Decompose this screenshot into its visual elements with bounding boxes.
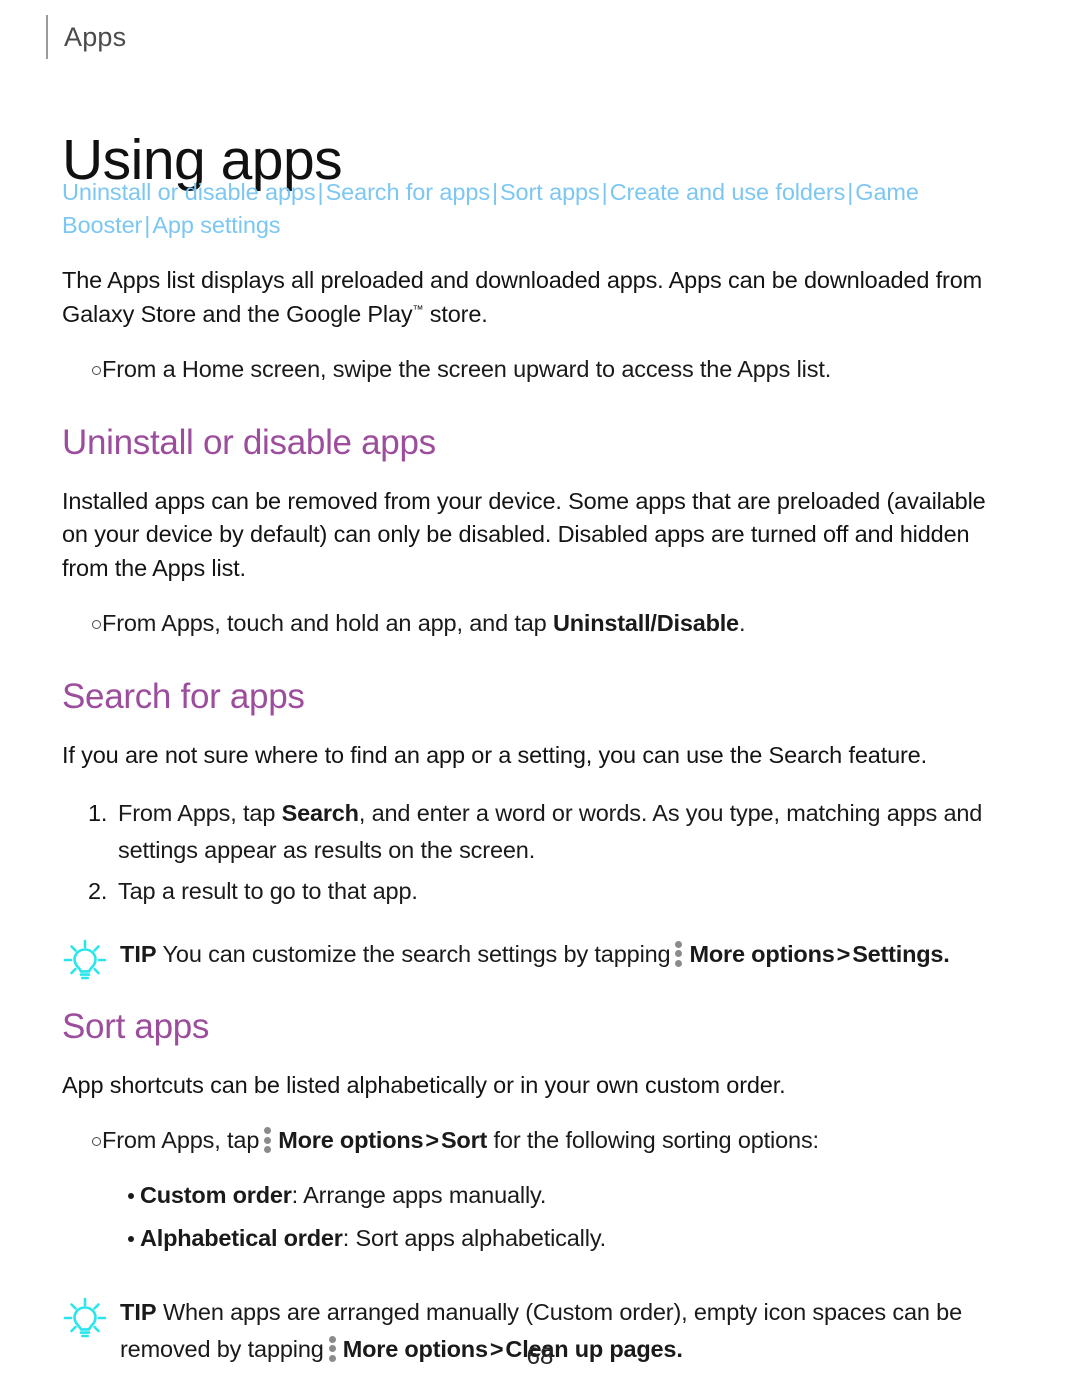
circle-bullet-icon bbox=[92, 366, 101, 375]
link-separator: | bbox=[491, 179, 498, 205]
dot-bullet-icon bbox=[128, 1192, 134, 1199]
uninstall-bullet-prefix: From Apps, touch and hold an app, and ta… bbox=[102, 610, 553, 637]
uninstall-bullet-suffix: . bbox=[738, 610, 746, 637]
list-item: From Apps, tap More options>Sort for the … bbox=[62, 1124, 1014, 1158]
link-separator: | bbox=[601, 179, 608, 205]
link-app-settings[interactable]: App settings bbox=[152, 212, 280, 238]
header-divider-rule bbox=[46, 15, 48, 59]
list-item: From Apps, touch and hold an app, and ta… bbox=[62, 607, 1014, 641]
sort-bullet-list: From Apps, tap More options>Sort for the … bbox=[62, 1124, 1014, 1158]
link-separator: | bbox=[144, 212, 151, 238]
tip-bold-settings: Settings bbox=[852, 940, 944, 967]
step-text: Tap a result to go to that app. bbox=[118, 877, 418, 904]
list-item: From a Home screen, swipe the screen upw… bbox=[62, 353, 1014, 387]
intro-text-part1: The Apps list displays all preloaded and… bbox=[62, 267, 983, 327]
intro-text-part2: store. bbox=[423, 300, 488, 327]
intro-bullet-list: From a Home screen, swipe the screen upw… bbox=[62, 353, 1014, 387]
lightbulb-icon bbox=[62, 938, 108, 984]
uninstall-bullet-list: From Apps, touch and hold an app, and ta… bbox=[62, 607, 1014, 641]
link-separator: | bbox=[847, 179, 854, 205]
running-header: Apps bbox=[46, 14, 126, 60]
sort-option-term-alphabetical-order: Alphabetical order bbox=[140, 1224, 343, 1251]
list-item: 2. Tap a result to go to that app. bbox=[62, 873, 1014, 910]
intro-paragraph: The Apps list displays all preloaded and… bbox=[62, 264, 1014, 331]
search-bold-term: Search bbox=[281, 799, 359, 826]
step-number: 2. bbox=[88, 877, 108, 904]
section-links-nav: Uninstall or disable apps|Search for app… bbox=[62, 176, 1014, 242]
sort-option-definition: Arrange apps manually. bbox=[298, 1181, 547, 1208]
sort-bold-more-options: More options bbox=[278, 1127, 424, 1154]
tip-search-settings: TIP You can customize the search setting… bbox=[62, 936, 1014, 979]
tip-bold-more-options: More options bbox=[689, 940, 835, 967]
document-page: Apps Using apps Uninstall or disable app… bbox=[0, 0, 1080, 1397]
sort-option-term-custom-order: Custom order bbox=[140, 1181, 292, 1208]
dot-bullet-icon bbox=[128, 1235, 134, 1242]
sort-option-definition: Sort apps alphabetically. bbox=[349, 1224, 607, 1251]
sort-paragraph: App shortcuts can be listed alphabetical… bbox=[62, 1071, 786, 1098]
section-heading-search-for-apps: Search for apps bbox=[62, 676, 305, 716]
more-options-icon[interactable] bbox=[264, 1127, 272, 1154]
search-steps-list: 1. From Apps, tap Search, and enter a wo… bbox=[62, 795, 1014, 910]
tip-text-before-icon: You can customize the search settings by… bbox=[162, 940, 671, 967]
link-uninstall-or-disable-apps[interactable]: Uninstall or disable apps bbox=[62, 179, 316, 205]
link-create-and-use-folders[interactable]: Create and use folders bbox=[610, 179, 846, 205]
sort-arrow-separator: > bbox=[425, 1127, 439, 1154]
circle-bullet-icon bbox=[92, 1137, 101, 1147]
tip-text-after: . bbox=[943, 940, 950, 967]
trademark-symbol: ™ bbox=[412, 303, 424, 316]
step-number: 1. bbox=[88, 799, 108, 826]
section-heading-uninstall-or-disable-apps: Uninstall or disable apps bbox=[62, 422, 436, 462]
link-search-for-apps[interactable]: Search for apps bbox=[326, 179, 491, 205]
intro-bullet-text: From a Home screen, swipe the screen upw… bbox=[102, 356, 832, 382]
sort-bold-sort: Sort bbox=[440, 1127, 488, 1154]
uninstall-paragraph: Installed apps can be removed from your … bbox=[62, 487, 986, 581]
step-text-before-bold: From Apps, tap bbox=[118, 799, 282, 826]
list-item: Custom order: Arrange apps manually. bbox=[62, 1174, 1014, 1217]
lightbulb-icon bbox=[62, 1296, 108, 1342]
more-options-icon[interactable] bbox=[675, 940, 683, 967]
uninstall-disable-bold-term: Uninstall/Disable bbox=[552, 610, 739, 637]
section-heading-sort-apps: Sort apps bbox=[62, 1006, 210, 1046]
page-number: 68 bbox=[526, 1343, 554, 1370]
list-item: Alphabetical order: Sort apps alphabetic… bbox=[62, 1217, 1014, 1260]
search-paragraph: If you are not sure where to find an app… bbox=[62, 742, 927, 768]
sort-options-list: Custom order: Arrange apps manually. Alp… bbox=[62, 1174, 1014, 1260]
list-item: 1. From Apps, tap Search, and enter a wo… bbox=[62, 795, 1014, 869]
sort-bullet-prefix: From Apps, tap bbox=[102, 1127, 260, 1154]
circle-bullet-icon bbox=[92, 620, 101, 630]
tip-label: TIP bbox=[120, 940, 157, 967]
running-head-label: Apps bbox=[64, 21, 127, 52]
tip-arrow-separator: > bbox=[836, 940, 851, 967]
tip-label: TIP bbox=[120, 1298, 157, 1325]
link-separator: | bbox=[317, 179, 324, 205]
link-sort-apps[interactable]: Sort apps bbox=[500, 179, 600, 205]
tip-line1: When apps are arranged manually (Custom … bbox=[162, 1298, 886, 1325]
page-content: Uninstall or disable apps|Search for app… bbox=[62, 176, 1014, 1368]
sort-bullet-suffix: for the following sorting options: bbox=[487, 1127, 820, 1154]
